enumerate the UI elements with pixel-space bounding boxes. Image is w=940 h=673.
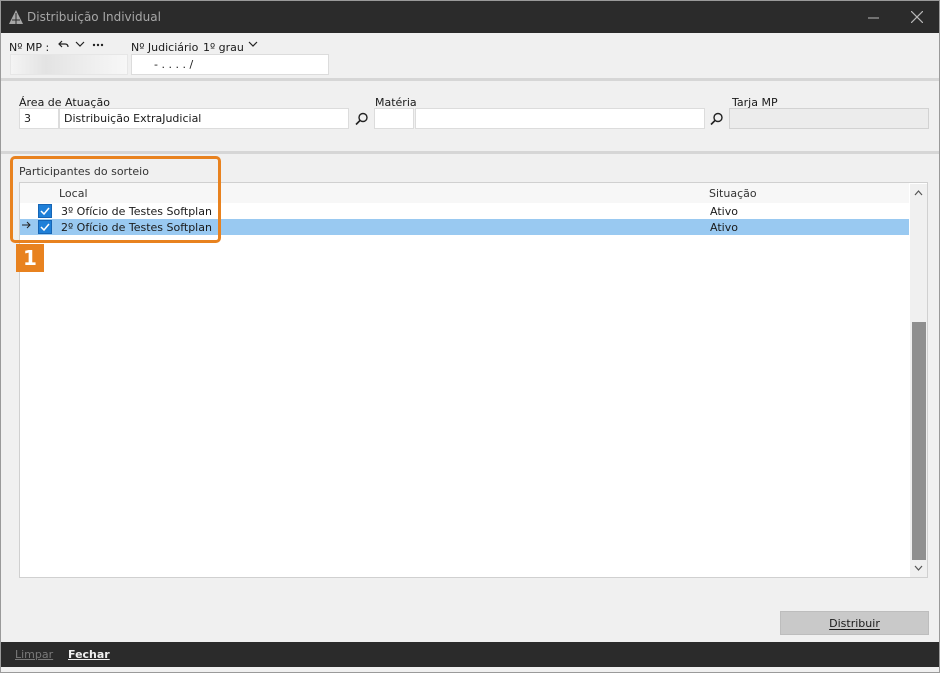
area-name-field[interactable]: Distribuição ExtraJudicial xyxy=(59,108,349,129)
close-icon xyxy=(911,11,923,23)
footer-bar: Limpar Fechar xyxy=(1,642,939,667)
fechar-button[interactable]: Fechar xyxy=(68,648,110,661)
app-logo-icon xyxy=(9,10,23,24)
area-search-icon[interactable] xyxy=(355,112,369,126)
mp-number-field[interactable] xyxy=(10,54,128,75)
mp-label: Nº MP : xyxy=(9,41,50,54)
judiciario-number-field[interactable]: - . . . . / xyxy=(131,54,329,75)
more-options-icon[interactable] xyxy=(92,39,104,51)
chevron-down-icon[interactable] xyxy=(75,39,85,51)
scrollbar-thumb[interactable] xyxy=(912,322,926,560)
scroll-down-icon[interactable] xyxy=(910,560,927,576)
grau-chevron-down-icon[interactable] xyxy=(248,39,258,51)
materia-name-field[interactable] xyxy=(415,108,705,129)
tarja-field xyxy=(729,108,929,129)
filters-divider xyxy=(1,151,939,154)
materia-search-icon[interactable] xyxy=(710,112,724,126)
minimize-button[interactable] xyxy=(851,1,895,33)
annotation-badge: 1 xyxy=(16,244,44,272)
materia-code-field[interactable] xyxy=(374,108,414,129)
minimize-icon xyxy=(867,17,879,18)
column-header-situacao[interactable]: Situação xyxy=(709,187,757,200)
vertical-scrollbar[interactable] xyxy=(910,184,927,577)
annotation-highlight-box xyxy=(10,156,221,243)
area-code-field[interactable]: 3 xyxy=(19,108,59,129)
close-button[interactable] xyxy=(895,1,939,33)
header-divider xyxy=(1,78,939,81)
cell-situacao: Ativo xyxy=(710,205,738,218)
scroll-up-icon[interactable] xyxy=(910,185,927,201)
distribuir-button[interactable]: Distribuir xyxy=(780,611,929,635)
limpar-button[interactable]: Limpar xyxy=(15,648,53,661)
undo-icon[interactable] xyxy=(58,39,69,52)
distribuir-label: Distribuir xyxy=(829,616,880,630)
window-title: Distribuição Individual xyxy=(27,10,161,24)
title-bar: Distribuição Individual xyxy=(1,1,939,33)
distribuicao-window: Distribuição Individual Nº MP : Nº Judic… xyxy=(0,0,940,673)
grau-selector[interactable]: 1º grau xyxy=(203,41,244,54)
cell-situacao: Ativo xyxy=(710,221,738,234)
judiciario-label: Nº Judiciário xyxy=(131,41,199,54)
